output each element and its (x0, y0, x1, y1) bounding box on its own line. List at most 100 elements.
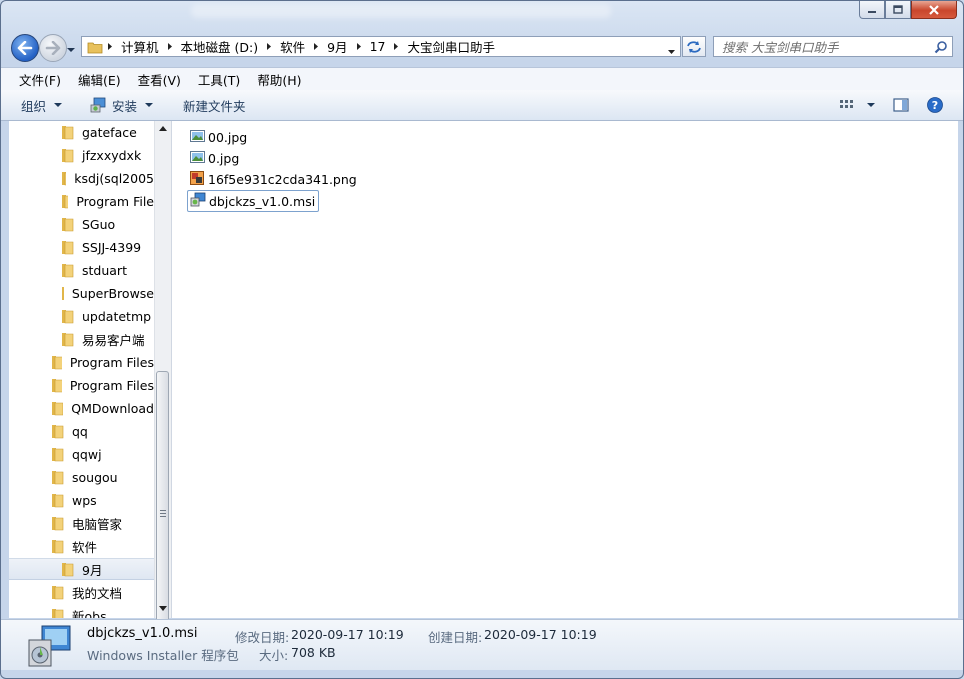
scroll-down-icon[interactable] (159, 606, 167, 611)
address-segment-label: 9月 (327, 40, 348, 55)
scroll-up-icon[interactable] (159, 126, 167, 131)
menu-tools[interactable]: 工具(T) (189, 70, 248, 89)
nav-folder-item[interactable]: gateface (9, 121, 154, 143)
new-folder-button[interactable]: 新建文件夹 (159, 90, 252, 120)
maximize-button[interactable] (885, 1, 911, 19)
file-item[interactable]: 0.jpg (190, 148, 239, 168)
nav-folder-item[interactable]: 9月 (9, 558, 154, 580)
folder-icon (62, 332, 74, 346)
view-options-button[interactable] (833, 90, 879, 120)
address-history-dropdown[interactable] (667, 43, 676, 58)
address-segment-drive[interactable]: 本地磁盘 (D:) (163, 37, 263, 56)
folder-icon (52, 424, 64, 438)
address-segment-computer[interactable]: 计算机 (103, 37, 163, 56)
nav-folder-label: jfzxxydxk (82, 147, 142, 163)
nav-folder-item[interactable]: QMDownload (9, 397, 154, 419)
nav-folder-item[interactable]: jfzxxydxk (9, 144, 154, 166)
nav-folder-item[interactable]: 软件 (9, 535, 154, 557)
chevron-right-icon (394, 43, 399, 50)
details-file-name: dbjckzs_v1.0.msi (87, 626, 198, 641)
recent-pages-dropdown[interactable] (66, 41, 76, 56)
nav-folder-label: SGuo (82, 216, 116, 232)
organize-button[interactable]: 组织 (1, 90, 68, 120)
file-item[interactable]: 00.jpg (190, 127, 247, 147)
refresh-button[interactable] (682, 36, 706, 57)
nav-folder-label: qq (72, 423, 88, 439)
address-segment-label: 计算机 (121, 40, 159, 55)
view-grid-icon (840, 100, 853, 108)
install-button[interactable]: 安装 (68, 90, 159, 120)
nav-folder-label: SuperBrowse (71, 285, 154, 301)
address-segment-label: 软件 (280, 40, 306, 55)
chevron-right-icon (314, 43, 319, 50)
nav-folder-item[interactable]: qq (9, 420, 154, 442)
chevron-right-icon (167, 43, 172, 50)
chevron-down-icon (67, 48, 75, 52)
modified-label: 修改日期: (235, 630, 290, 645)
chevron-down-icon (867, 102, 875, 107)
nav-folder-label: Program Files (69, 377, 154, 393)
address-root[interactable] (82, 37, 103, 56)
explorer-window: 计算机 本地磁盘 (D:) 软件 9月 17 大宝剑串口助手 搜索 大宝剑串口助… (0, 0, 964, 679)
address-segment-17[interactable]: 17 (352, 37, 390, 56)
nav-folder-item[interactable]: ksdj(sql2005 (9, 167, 154, 189)
scrollbar-thumb[interactable] (156, 371, 169, 655)
nav-folder-item[interactable]: SuperBrowse (9, 282, 154, 304)
nav-folder-item[interactable]: sougou (9, 466, 154, 488)
search-icon[interactable] (934, 40, 948, 57)
nav-folder-item[interactable]: Program Files (9, 374, 154, 396)
folder-icon (52, 470, 64, 484)
help-button[interactable]: ? (921, 90, 963, 120)
maximize-icon (893, 5, 903, 14)
nav-folder-label: 我的文档 (72, 585, 123, 601)
address-segment-september[interactable]: 9月 (309, 37, 351, 56)
menu-help[interactable]: 帮助(H) (248, 70, 309, 89)
search-placeholder: 搜索 大宝剑串口助手 (722, 40, 839, 55)
file-name: 0.jpg (208, 150, 240, 166)
search-box[interactable]: 搜索 大宝剑串口助手 (713, 36, 953, 57)
caption-buttons (859, 1, 957, 19)
menu-view[interactable]: 查看(V) (129, 70, 189, 89)
nav-folder-item[interactable]: stduart (9, 259, 154, 281)
file-name: 00.jpg (208, 129, 248, 145)
menu-file[interactable]: 文件(F) (1, 70, 69, 89)
nav-folder-item[interactable]: qqwj (9, 443, 154, 465)
nav-folder-item[interactable]: updatetmp (9, 305, 154, 327)
menu-edit[interactable]: 编辑(E) (69, 70, 129, 89)
file-name: dbjckzs_v1.0.msi (209, 193, 316, 209)
nav-folder-item[interactable]: SSJJ-4399 (9, 236, 154, 258)
back-button[interactable] (11, 34, 39, 62)
preview-pane-button[interactable] (879, 90, 921, 120)
forward-button[interactable] (39, 34, 67, 62)
file-item[interactable]: dbjckzs_v1.0.msi (187, 190, 320, 212)
chevron-right-icon (267, 43, 272, 50)
title-bar (191, 4, 611, 18)
close-button[interactable] (911, 1, 957, 19)
details-file-type: Windows Installer 程序包 (87, 648, 239, 663)
address-segment-current[interactable]: 大宝剑串口助手 (389, 37, 499, 56)
address-bar[interactable]: 计算机 本地磁盘 (D:) 软件 9月 17 大宝剑串口助手 (81, 36, 681, 57)
nav-folder-item[interactable]: SGuo (9, 213, 154, 235)
folder-icon (52, 355, 62, 369)
folder-icon (52, 447, 64, 461)
minimize-button[interactable] (859, 1, 885, 19)
navigation-scrollbar[interactable] (154, 121, 171, 655)
nav-folder-label: 电脑管家 (72, 516, 123, 532)
nav-folder-item[interactable]: 我的文档 (9, 581, 154, 603)
nav-folder-item[interactable]: 易易客户端 (9, 328, 154, 350)
chevron-down-icon (54, 102, 63, 107)
nav-folder-label: wps (72, 492, 97, 508)
chevron-right-icon (108, 43, 112, 50)
nav-folder-item[interactable]: Program Files (9, 351, 154, 373)
svg-text:?: ? (932, 99, 938, 112)
nav-folder-item[interactable]: 新obs (9, 604, 154, 618)
nav-folder-label: ksdj(sql2005 (74, 170, 154, 186)
file-item[interactable]: 16f5e931c2cda341.png (190, 169, 357, 189)
address-segment-software[interactable]: 软件 (262, 37, 309, 56)
folder-icon (62, 171, 67, 185)
installer-icon (90, 97, 106, 113)
nav-folder-item[interactable]: 电脑管家 (9, 512, 154, 534)
nav-folder-item[interactable]: Program File (9, 190, 154, 212)
forward-arrow-icon (45, 41, 61, 55)
nav-folder-item[interactable]: wps (9, 489, 154, 511)
